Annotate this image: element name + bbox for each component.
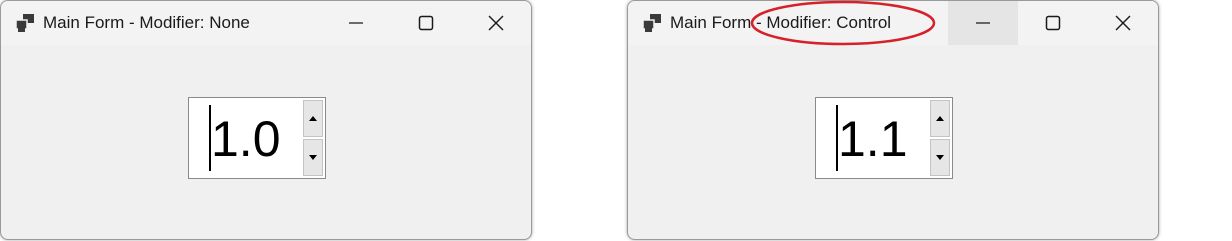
minimize-icon	[976, 22, 990, 24]
close-button[interactable]	[461, 1, 531, 45]
numeric-value[interactable]: 1.0	[211, 111, 281, 167]
app-window-icon	[642, 14, 661, 32]
maximize-button[interactable]	[391, 1, 461, 45]
main-form-window-left: Main Form - Modifier: None 1.0	[0, 0, 532, 240]
close-icon	[488, 15, 504, 31]
spin-up-arrow-icon	[936, 116, 944, 121]
maximize-icon	[418, 15, 434, 31]
minimize-button[interactable]	[321, 1, 391, 45]
title-bar[interactable]: Main Form - Modifier: None	[1, 1, 531, 45]
app-window-icon	[15, 14, 34, 32]
spin-down-arrow-icon	[309, 155, 317, 160]
spin-up-button[interactable]	[930, 100, 950, 137]
annotation-ellipse	[750, 0, 936, 46]
minimize-button[interactable]	[948, 1, 1018, 45]
numeric-up-down[interactable]: 1.1	[815, 97, 953, 179]
spin-down-button[interactable]	[930, 139, 950, 176]
spin-up-arrow-icon	[309, 116, 317, 121]
spin-up-button[interactable]	[303, 100, 323, 137]
spin-down-button[interactable]	[303, 139, 323, 176]
maximize-button[interactable]	[1018, 1, 1088, 45]
numeric-up-down[interactable]: 1.0	[188, 97, 326, 179]
minimize-icon	[349, 22, 363, 24]
maximize-icon	[1045, 15, 1061, 31]
numeric-value[interactable]: 1.1	[838, 111, 908, 167]
close-button[interactable]	[1088, 1, 1158, 45]
window-title: Main Form - Modifier: None	[43, 13, 250, 32]
spin-down-arrow-icon	[936, 155, 944, 160]
close-icon	[1115, 15, 1131, 31]
